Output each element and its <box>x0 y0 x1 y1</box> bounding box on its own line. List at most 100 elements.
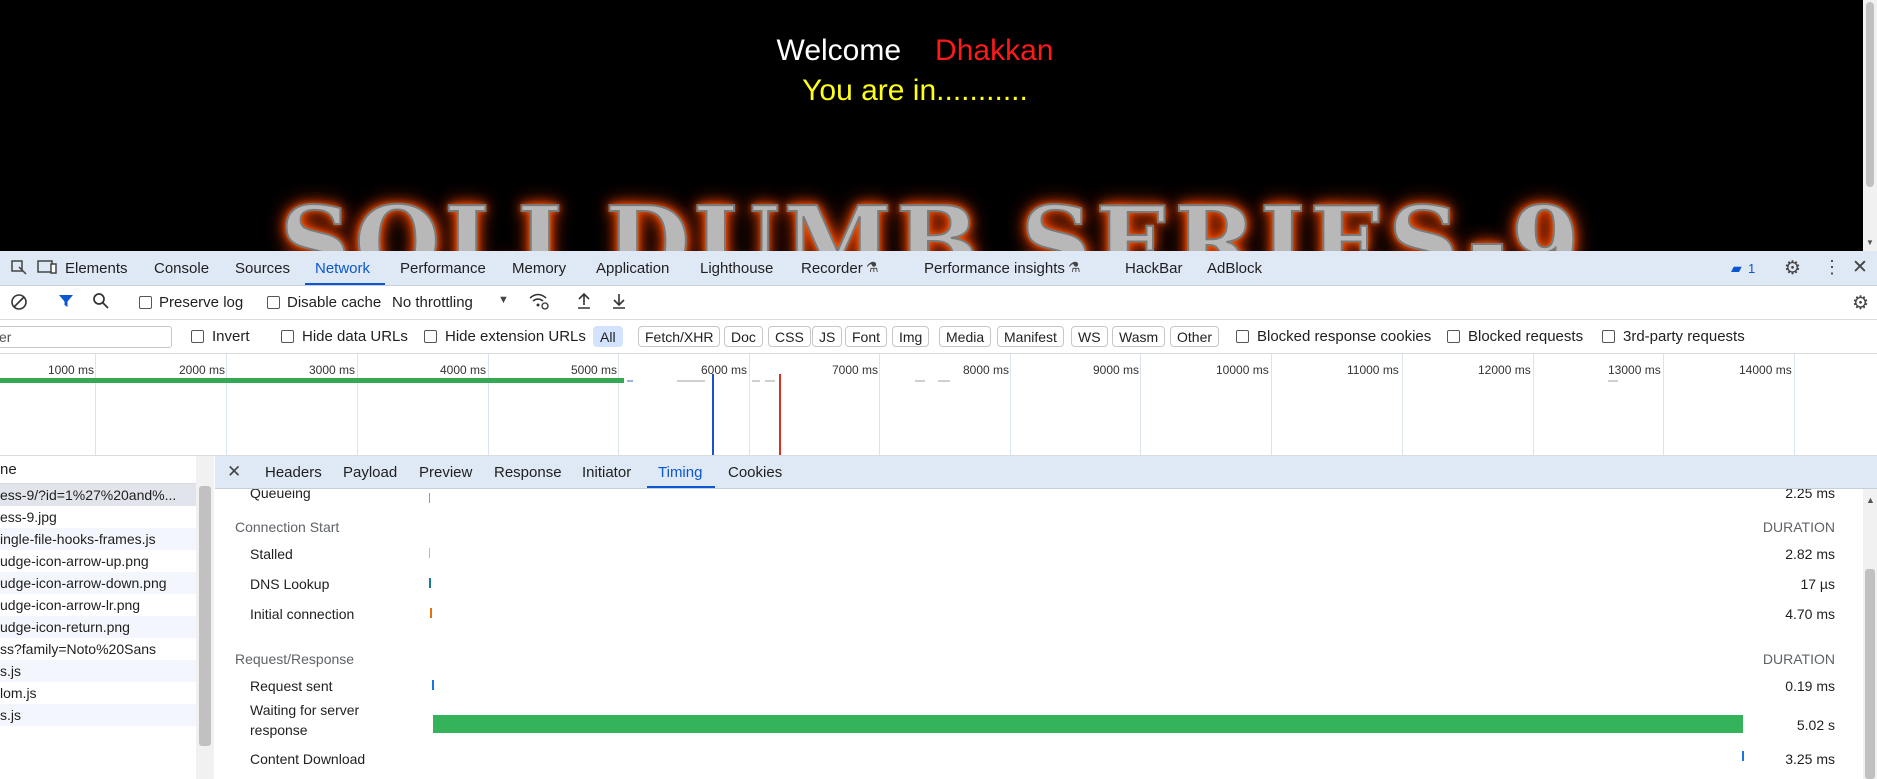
request-row[interactable]: s.js <box>0 704 196 726</box>
tick-label: 12000 ms <box>1478 363 1531 377</box>
blocked-response-cookies-checkbox[interactable] <box>1236 330 1249 343</box>
settings-gear-icon[interactable]: ⚙ <box>1784 257 1801 280</box>
type-filter-all[interactable]: All <box>593 326 623 347</box>
tab-adblock[interactable]: AdBlock <box>1207 260 1262 277</box>
chevron-down-icon[interactable]: ▼ <box>498 294 509 306</box>
disable-cache-checkbox[interactable] <box>267 296 280 309</box>
hide-data-urls-checkbox[interactable] <box>281 330 294 343</box>
type-filter-font[interactable]: Font <box>845 326 888 347</box>
request-row[interactable]: lom.js <box>0 682 196 704</box>
request-row[interactable]: s.js <box>0 660 196 682</box>
type-filter-ws[interactable]: WS <box>1071 326 1108 347</box>
preserve-log-checkbox[interactable] <box>139 296 152 309</box>
tab-memory[interactable]: Memory <box>512 260 566 277</box>
issues-count[interactable]: 1 <box>1748 261 1755 276</box>
tab-performance-insights[interactable]: Performance insights <box>924 260 1065 277</box>
tab-preview[interactable]: Preview <box>419 464 472 481</box>
tab-network[interactable]: Network <box>315 260 370 277</box>
tab-console[interactable]: Console <box>154 260 209 277</box>
request-row[interactable]: ingle-file-hooks-frames.js <box>0 528 196 550</box>
type-filter-doc[interactable]: Doc <box>724 326 763 347</box>
export-har-icon[interactable] <box>611 292 627 315</box>
request-row[interactable]: udge-icon-return.png <box>0 616 196 638</box>
request-list-scrollbar[interactable] <box>196 456 214 779</box>
issues-icon[interactable]: ▰ <box>1731 260 1742 277</box>
grid-line <box>1533 354 1534 455</box>
flask-icon: ⚗ <box>866 259 879 275</box>
clear-log-icon[interactable] <box>10 293 28 316</box>
request-response-heading: Request/Response <box>235 651 355 667</box>
dns-lookup-bar <box>429 578 431 588</box>
tab-application[interactable]: Application <box>596 260 669 277</box>
request-tick <box>938 380 950 382</box>
type-filter-wasm[interactable]: Wasm <box>1112 326 1166 347</box>
page-scrollbar[interactable]: ▼ <box>1863 0 1877 251</box>
tab-response[interactable]: Response <box>494 464 562 481</box>
type-filter-js[interactable]: JS <box>812 326 843 347</box>
request-row[interactable]: udge-icon-arrow-down.png <box>0 572 196 594</box>
type-filter-manifest[interactable]: Manifest <box>997 326 1064 347</box>
filter-input[interactable]: er <box>0 326 172 348</box>
tab-elements[interactable]: Elements <box>65 260 128 277</box>
request-row[interactable]: ess-9.jpg <box>0 506 196 528</box>
tab-recorder[interactable]: Recorder <box>801 260 863 277</box>
hide-data-urls-label: Hide data URLs <box>302 328 408 345</box>
import-har-icon[interactable] <box>576 292 592 315</box>
tab-hackbar[interactable]: HackBar <box>1125 260 1183 277</box>
request-row[interactable]: udge-icon-arrow-lr.png <box>0 594 196 616</box>
hide-extension-urls-checkbox[interactable] <box>424 330 437 343</box>
tab-lighthouse[interactable]: Lighthouse <box>700 260 773 277</box>
close-detail-icon[interactable]: ✕ <box>227 462 241 482</box>
dns-lookup-value: 17 µs <box>1800 576 1835 592</box>
request-tick <box>627 380 633 382</box>
timing-scrollbar[interactable]: ▲ <box>1863 489 1877 779</box>
timing-scrollbar-thumb[interactable] <box>1865 569 1875 779</box>
waiting-bar <box>433 715 1743 733</box>
type-filter-fetch-xhr[interactable]: Fetch/XHR <box>638 326 721 347</box>
type-filter-img[interactable]: Img <box>892 326 930 347</box>
invert-checkbox[interactable] <box>191 330 204 343</box>
name-column-header[interactable]: ne <box>0 456 196 484</box>
scroll-up-arrow-icon[interactable]: ▲ <box>1866 495 1875 505</box>
request-tick <box>752 380 760 382</box>
request-row[interactable]: ss?family=Noto%20Sans <box>0 638 196 660</box>
tab-performance[interactable]: Performance <box>400 260 486 277</box>
tab-cookies[interactable]: Cookies <box>728 464 782 481</box>
blocked-requests-checkbox[interactable] <box>1447 330 1460 343</box>
tick-label: 13000 ms <box>1608 363 1661 377</box>
type-filter-other[interactable]: Other <box>1170 326 1220 347</box>
login-status-text: You are in........... <box>802 74 1028 107</box>
scroll-down-arrow-icon[interactable]: ▼ <box>1866 238 1874 247</box>
tick-label: 4000 ms <box>440 363 487 377</box>
network-overview-timeline[interactable]: 1000 ms 2000 ms 3000 ms 4000 ms 5000 ms … <box>0 354 1877 456</box>
request-sent-label: Request sent <box>250 678 333 694</box>
tab-headers[interactable]: Headers <box>265 464 322 481</box>
detail-tabbar: ✕ Headers Payload Preview Response Initi… <box>215 456 1877 489</box>
network-settings-gear-icon[interactable]: ⚙ <box>1852 292 1869 315</box>
tab-initiator[interactable]: Initiator <box>582 464 631 481</box>
request-list-scrollbar-thumb[interactable] <box>199 486 211 746</box>
page-scrollbar-thumb[interactable] <box>1866 2 1874 187</box>
content-download-bar <box>1742 751 1744 761</box>
grid-line <box>95 354 96 455</box>
tab-timing[interactable]: Timing <box>658 464 702 481</box>
invert-label: Invert <box>212 328 250 345</box>
third-party-requests-checkbox[interactable] <box>1602 330 1615 343</box>
flask-icon: ⚗ <box>1068 259 1081 275</box>
tick-label: 8000 ms <box>963 363 1010 377</box>
device-toolbar-icon[interactable] <box>36 258 58 281</box>
type-filter-media[interactable]: Media <box>939 326 992 347</box>
request-row[interactable]: ess-9/?id=1%27%20and%... <box>0 484 196 506</box>
search-icon[interactable] <box>92 292 110 315</box>
stalled-value: 2.82 ms <box>1785 546 1835 562</box>
throttling-select[interactable]: No throttling <box>392 294 473 311</box>
type-filter-css[interactable]: CSS <box>768 326 811 347</box>
close-devtools-icon[interactable]: ✕ <box>1852 256 1868 279</box>
network-conditions-icon[interactable] <box>528 292 550 315</box>
more-options-icon[interactable]: ⋮ <box>1823 257 1841 278</box>
tab-sources[interactable]: Sources <box>235 260 290 277</box>
inspect-element-icon[interactable] <box>10 258 28 281</box>
tab-payload[interactable]: Payload <box>343 464 397 481</box>
request-row[interactable]: udge-icon-arrow-up.png <box>0 550 196 572</box>
filter-icon[interactable] <box>58 293 74 314</box>
